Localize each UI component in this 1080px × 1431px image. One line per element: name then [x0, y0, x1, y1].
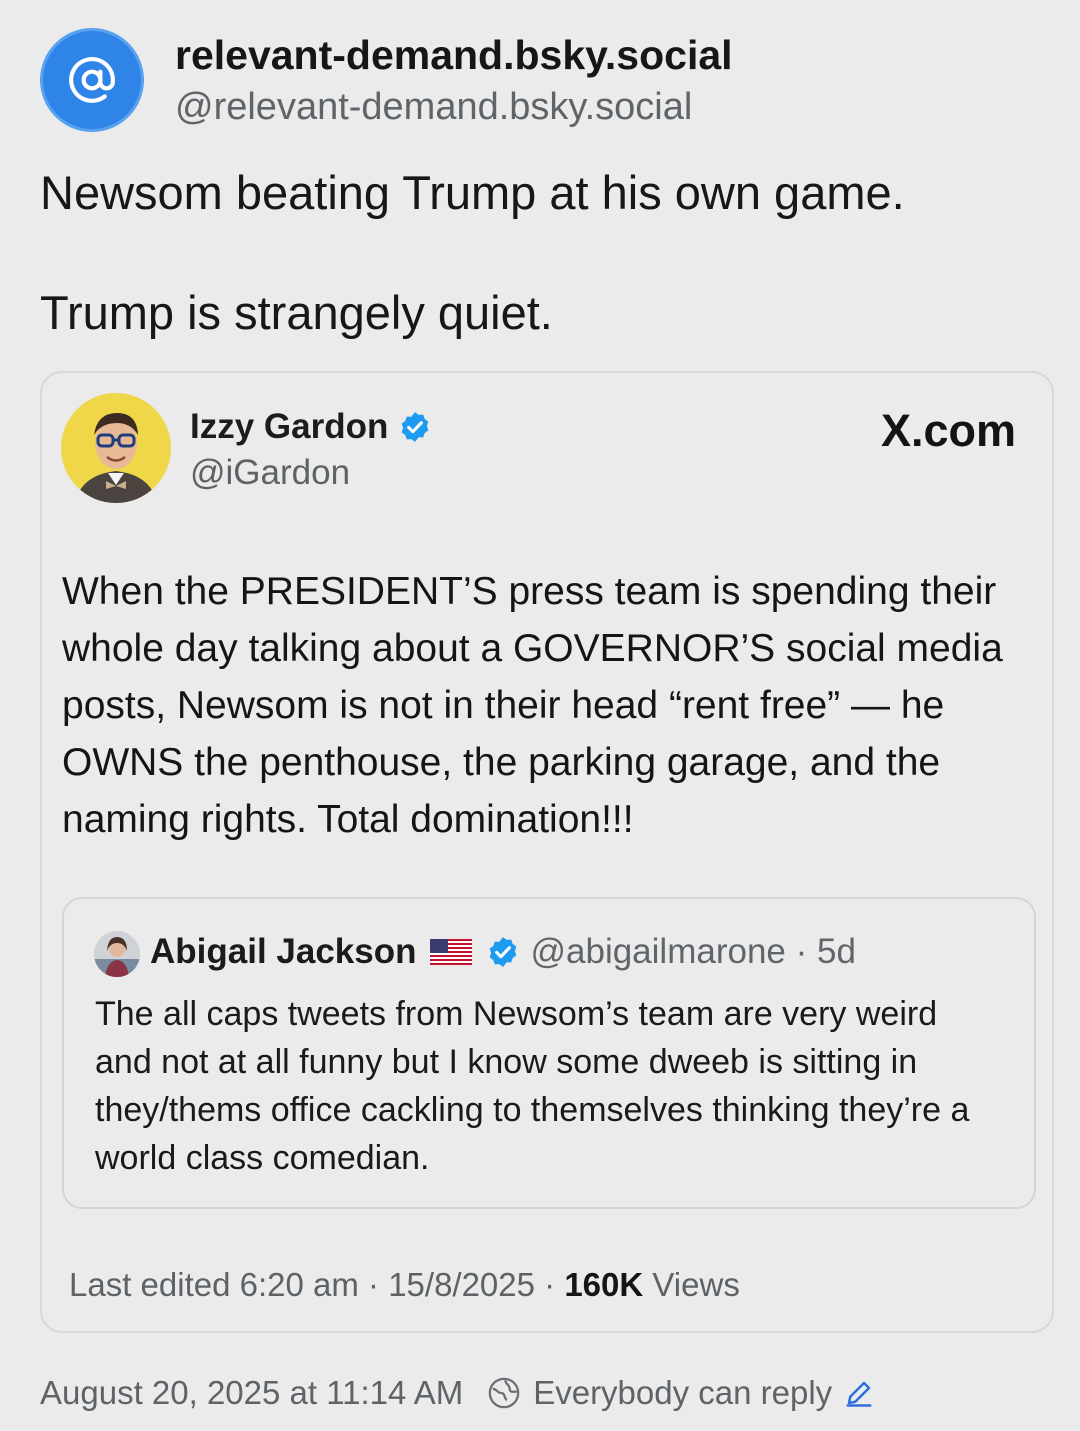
verified-badge-icon — [490, 937, 517, 967]
post-footer: August 20, 2025 at 11:14 AM Everybody ca… — [40, 1374, 874, 1412]
izzy-handle: @iGardon — [190, 453, 351, 492]
abigail-display-name: Abigail Jackson — [150, 932, 417, 971]
post-timestamp[interactable]: August 20, 2025 at 11:14 AM — [40, 1374, 463, 1412]
izzy-avatar — [61, 393, 171, 503]
embedded-image-card[interactable]: Izzy Gardon @iGardon X.com When the PRES… — [40, 371, 1054, 1333]
post-text-line-1: Newsom beating Trump at his own game. — [40, 166, 905, 219]
views-label: Views — [643, 1266, 740, 1303]
tweet-text: When the PRESIDENT’S press team is spend… — [62, 570, 1003, 841]
tweet-meta: Last edited 6:20 am · 15/8/2025 · 160K V… — [69, 1266, 740, 1304]
views-count: 160K — [564, 1266, 644, 1303]
verified-badge-icon — [402, 412, 429, 442]
author-display-name[interactable]: relevant-demand.bsky.social — [175, 32, 733, 79]
post-text-line-2: Trump is strangely quiet. — [40, 286, 553, 339]
author-handle[interactable]: @relevant-demand.bsky.social — [175, 86, 692, 129]
tweet-edit-date: Last edited 6:20 am · 15/8/2025 · — [69, 1266, 565, 1303]
x-com-logo-label: X.com — [880, 405, 1016, 456]
izzy-name-row: Izzy Gardon — [190, 407, 432, 447]
quoted-tweet-text: The all caps tweets from Newsom’s team a… — [95, 995, 970, 1177]
pencil-icon[interactable] — [844, 1378, 874, 1408]
abigail-handle-and-age: @abigailmarone · 5d — [530, 932, 856, 971]
post-text: Newsom beating Trump at his own game. Tr… — [40, 163, 1040, 343]
globe-icon — [488, 1377, 520, 1409]
reply-setting-label[interactable]: Everybody can reply — [533, 1374, 832, 1412]
quoted-tweet-header: Abigail Jackson @abigailmarone · 5d — [150, 932, 856, 972]
abigail-avatar — [94, 931, 140, 977]
at-sign-icon — [69, 57, 115, 103]
quoted-tweet-card: Abigail Jackson @abigailmarone · 5d The … — [62, 897, 1036, 1209]
author-avatar[interactable] — [40, 28, 144, 132]
us-flag-icon — [430, 939, 473, 965]
izzy-display-name: Izzy Gardon — [190, 407, 389, 446]
